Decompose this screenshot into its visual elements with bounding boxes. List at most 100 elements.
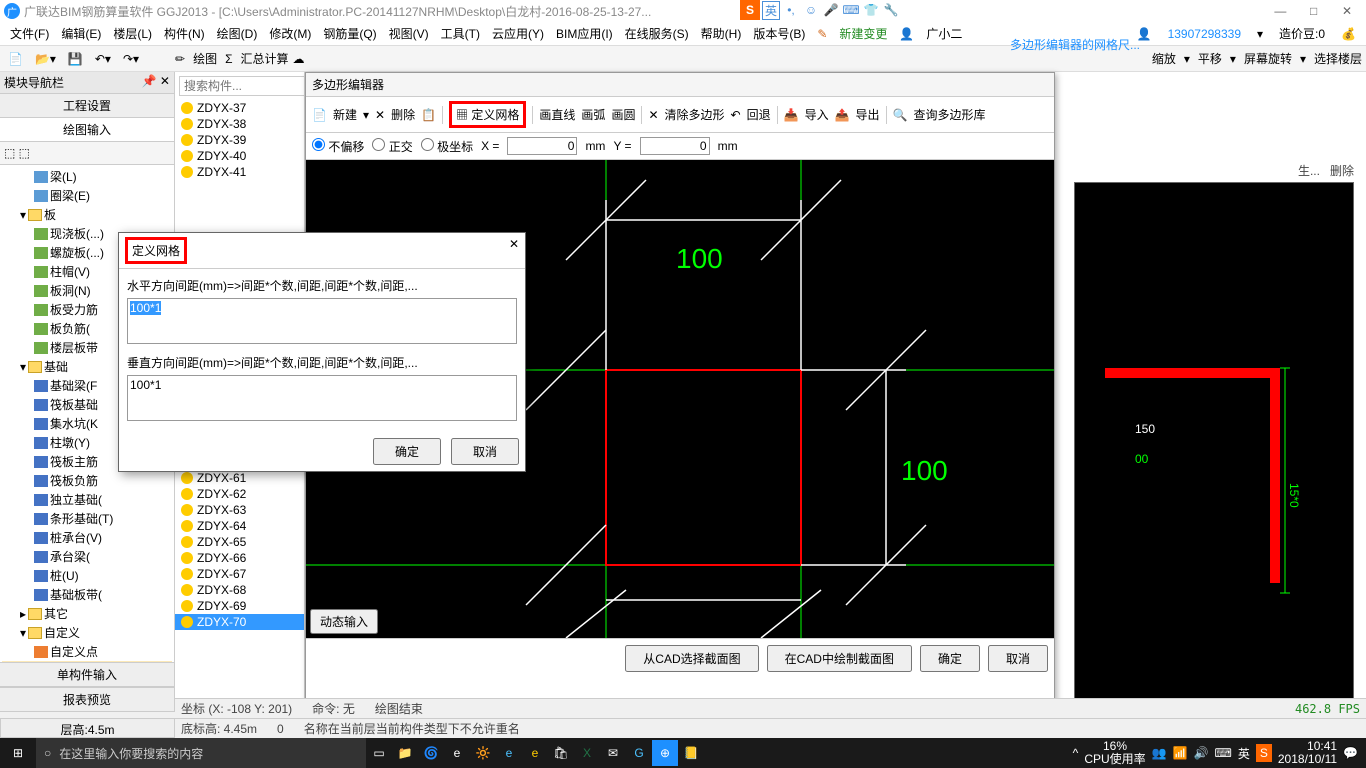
clear-button[interactable]: 清除多边形 [665,106,725,123]
arc-button[interactable]: 画弧 [581,106,605,123]
preview-gen[interactable]: 生... [1298,162,1320,179]
windows-taskbar[interactable]: ⊞ ○ 在这里输入你要搜索的内容 ▭ 📁 🌀 e 🔆 e e 🛍 X ✉ G ⊕… [0,738,1366,768]
from-cad-button[interactable]: 从CAD选择截面图 [625,645,758,672]
copy-icon[interactable]: 📋 [421,108,436,122]
tray-up-icon[interactable]: ^ [1073,746,1079,760]
edge2-icon[interactable]: e [496,740,522,766]
ime-mic-icon[interactable]: 🎤 [822,3,840,17]
poly-cancel-button[interactable]: 取消 [988,645,1048,672]
delete-icon[interactable]: ✕ [375,108,385,122]
app2-icon[interactable]: 🔆 [470,740,496,766]
tab-single-input[interactable]: 单构件输入 [0,662,174,687]
dynamic-input-button[interactable]: 动态输入 [310,609,378,634]
tray-ime[interactable]: 英 [1238,745,1250,762]
menu-online[interactable]: 在线服务(S) [619,25,695,42]
search-input[interactable] [179,76,305,96]
grid-cancel-button[interactable]: 取消 [451,438,519,465]
ime-toolbar[interactable]: S 英 •, ☺ 🎤 ⌨ 👕 🔧 [740,0,900,20]
folder-icon[interactable]: 📁 [392,740,418,766]
tray-keyboard-icon[interactable]: ⌨ [1215,746,1232,760]
draw-label[interactable]: 绘图 [193,50,217,67]
polar-radio[interactable] [421,138,434,151]
maximize-icon[interactable]: □ [1299,4,1329,18]
menu-cloud[interactable]: 云应用(Y) [486,25,550,42]
tray-sogou-icon[interactable]: S [1256,744,1272,762]
cloud-check-icon[interactable]: ☁ [293,52,305,66]
menu-bim[interactable]: BIM应用(I) [550,25,619,42]
open-file-icon[interactable]: 📂▾ [31,50,60,68]
app5-icon[interactable]: 📒 [678,740,704,766]
menu-draw[interactable]: 绘图(D) [211,25,264,42]
delete-button[interactable]: 删除 [391,106,415,123]
menu-modify[interactable]: 修改(M) [263,25,317,42]
select-floor-label[interactable]: 选择楼层 [1314,50,1362,67]
mail-icon[interactable]: ✉ [600,740,626,766]
x-input[interactable] [507,137,577,155]
circle-button[interactable]: 画圆 [611,106,635,123]
tray-volume-icon[interactable]: 🔊 [1194,746,1209,760]
taskbar-clock[interactable]: 10:41 2018/10/11 [1278,740,1337,766]
export-button[interactable]: 导出 [856,106,880,123]
save-icon[interactable]: 💾 [64,50,87,68]
dialog-close-icon[interactable]: ✕ [509,237,519,264]
ie-icon[interactable]: e [522,740,548,766]
draw-icon[interactable]: ✏ [171,50,189,68]
query-button[interactable]: 查询多边形库 [914,106,986,123]
no-offset-radio[interactable] [312,138,325,151]
define-grid-button[interactable]: ▦ 定义网格 [449,101,526,128]
store-icon[interactable]: 🛍 [548,740,574,766]
new-icon[interactable]: 📄 [312,108,327,122]
new-file-icon[interactable]: 📄 [4,50,27,68]
ime-smile-icon[interactable]: ☺ [802,3,820,17]
menu-file[interactable]: 文件(F) [4,25,55,42]
back-button[interactable]: 回退 [747,106,771,123]
in-cad-button[interactable]: 在CAD中绘制截面图 [767,645,912,672]
zoom-label[interactable]: 缩放 [1152,50,1176,67]
pin-icon[interactable]: 📌 ✕ [142,74,170,91]
minimize-icon[interactable]: — [1265,4,1295,18]
ime-lang[interactable]: 英 [762,1,780,20]
back-icon[interactable]: ↶ [731,108,741,122]
ime-keyboard-icon[interactable]: ⌨ [842,3,860,17]
new-change-button[interactable]: 新建变更 [833,25,893,42]
menu-member[interactable]: 构件(N) [158,25,211,42]
grid-ok-button[interactable]: 确定 [373,438,441,465]
line-button[interactable]: 画直线 [539,106,575,123]
ime-person-icon[interactable]: 👕 [862,3,880,17]
beans-icon[interactable]: 💰 [1335,27,1362,41]
app3-icon[interactable]: G [626,740,652,766]
menu-rebar[interactable]: 钢筋量(Q) [317,25,382,42]
clear-icon[interactable]: ✕ [648,108,658,122]
tab-report[interactable]: 报表预览 [0,687,174,712]
sum-icon[interactable]: Σ [221,50,236,68]
menu-version[interactable]: 版本号(B) [747,25,811,42]
new-button[interactable]: 新建 [333,106,357,123]
excel-icon[interactable]: X [574,740,600,766]
taskbar-search[interactable]: ○ 在这里输入你要搜索的内容 [36,738,366,768]
account-number[interactable]: 13907298339 [1162,27,1247,41]
search-icon[interactable]: 🔍 [893,108,908,122]
edge-icon[interactable]: e [444,740,470,766]
redo-icon[interactable]: ↷▾ [119,50,143,68]
menu-edit[interactable]: 编辑(E) [55,25,107,42]
app1-icon[interactable]: 🌀 [418,740,444,766]
notification-icon[interactable]: 💬 [1343,746,1358,760]
menu-view[interactable]: 视图(V) [383,25,435,42]
preview-del[interactable]: 删除 [1330,162,1354,179]
task-view-icon[interactable]: ▭ [366,740,392,766]
undo-icon[interactable]: ↶▾ [91,50,115,68]
export-icon[interactable]: 📤 [835,108,850,122]
tree-mode-icon[interactable]: ⬚ ⬚ [4,146,30,160]
y-input[interactable] [640,137,710,155]
import-icon[interactable]: 📥 [784,108,799,122]
tray-people-icon[interactable]: 👥 [1152,746,1167,760]
sum-label[interactable]: 汇总计算 [241,50,289,67]
rotate-label[interactable]: 屏幕旋转 [1244,50,1292,67]
h-spacing-input[interactable]: 100*1 [127,298,517,344]
ime-punct-icon[interactable]: •, [782,3,800,17]
poly-ok-button[interactable]: 确定 [920,645,980,672]
ortho-radio[interactable] [372,138,385,151]
menu-floor[interactable]: 楼层(L) [107,25,158,42]
menu-tool[interactable]: 工具(T) [435,25,486,42]
close-icon[interactable]: ✕ [1332,4,1362,18]
